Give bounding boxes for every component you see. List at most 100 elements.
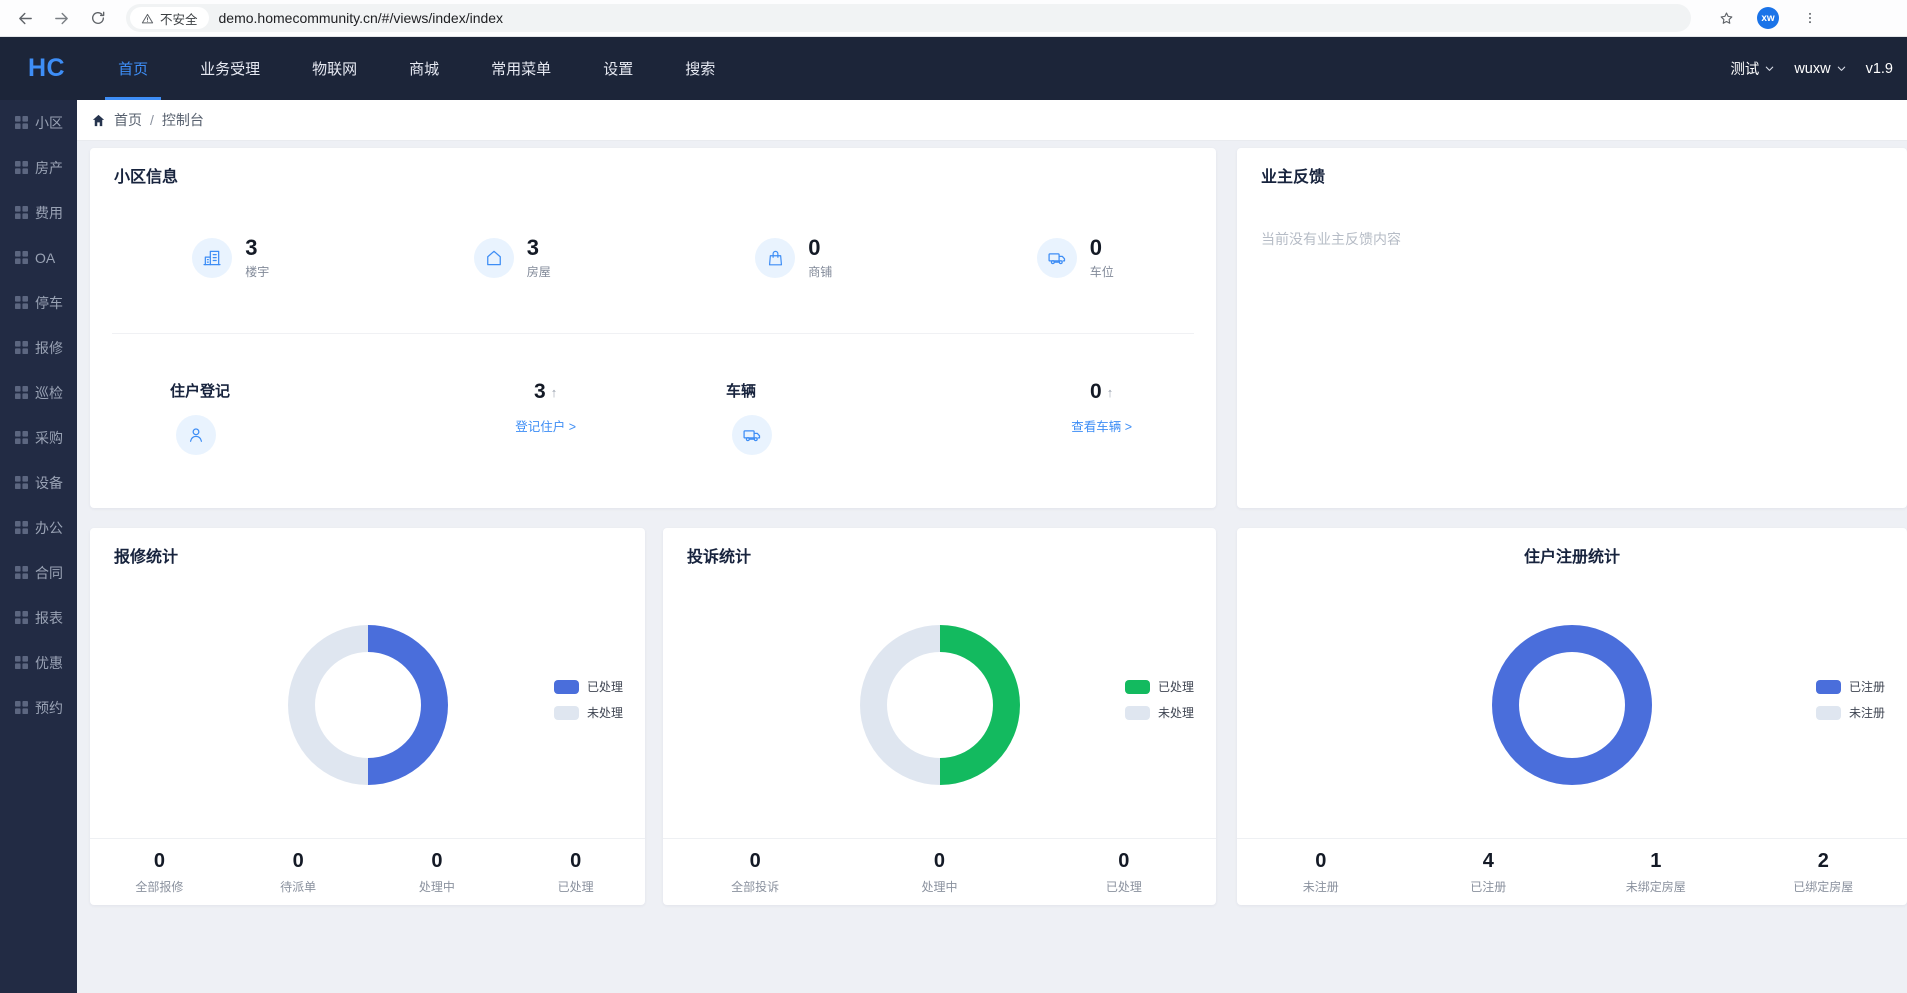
footer-stat: 0 已处理 [1032, 839, 1216, 905]
address-bar[interactable]: 不安全 demo.homecommunity.cn/#/views/index/… [126, 4, 1691, 32]
footer-stat: 2 已绑定房屋 [1740, 839, 1907, 905]
sidebar-item-report[interactable]: 报表 [0, 595, 77, 640]
sidebar-item-purchase[interactable]: 采购 [0, 415, 77, 460]
sidebar-item-label: 采购 [35, 428, 63, 448]
sidebar: 小区 房产 费用 OA 停车 报修 巡检 采购 设备 办公 合同 报表 优惠 预… [0, 100, 77, 993]
footer-stat: 0 全部报修 [90, 839, 229, 905]
vehicle-block: 车辆 0 ↑ 查看车辆 > [662, 380, 1216, 455]
truck-icon [732, 415, 772, 455]
sidebar-item-repair[interactable]: 报修 [0, 325, 77, 370]
sidebar-item-community[interactable]: 小区 [0, 100, 77, 145]
feedback-empty-text: 当前没有业主反馈内容 [1237, 187, 1907, 249]
registration-donut-chart [1492, 625, 1652, 785]
person-icon [176, 415, 216, 455]
tab-settings[interactable]: 设置 [597, 37, 639, 100]
security-chip[interactable]: 不安全 [130, 7, 209, 29]
sidebar-item-property[interactable]: 房产 [0, 145, 77, 190]
version-label: v1.9 [1866, 61, 1893, 77]
footer-stat: 0 已处理 [506, 839, 645, 905]
tab-home[interactable]: 首页 [112, 37, 154, 100]
sidebar-item-label: 小区 [35, 113, 63, 133]
back-arrow-icon [17, 10, 34, 27]
forward-arrow-icon [53, 10, 70, 27]
footer-stat: 0 全部投诉 [663, 839, 847, 905]
legend-swatch [554, 706, 579, 720]
footer-stat: 0 处理中 [368, 839, 507, 905]
breadcrumb-home[interactable]: 首页 [114, 110, 142, 130]
browser-chrome: 不安全 demo.homecommunity.cn/#/views/index/… [0, 0, 1907, 37]
browser-forward-button[interactable] [48, 5, 75, 32]
reload-icon [90, 10, 106, 26]
sidebar-item-oa[interactable]: OA [0, 235, 77, 280]
tab-common-menu[interactable]: 常用菜单 [485, 37, 557, 100]
community-info-card: 小区信息 3 楼宇 3 房屋 [90, 148, 1216, 508]
legend-item-registered[interactable]: 已注册 [1816, 678, 1885, 695]
legend-item-unprocessed[interactable]: 未处理 [1125, 704, 1194, 721]
grid-icon [15, 251, 28, 264]
chevron-down-icon [1764, 63, 1775, 74]
stat-label: 车位 [1090, 263, 1114, 280]
community-switcher[interactable]: 测试 [1730, 58, 1775, 79]
bookmark-star-button[interactable] [1713, 5, 1740, 32]
sidebar-item-label: 预约 [35, 698, 63, 718]
sidebar-item-label: 优惠 [35, 653, 63, 673]
tab-business[interactable]: 业务受理 [194, 37, 266, 100]
user-menu[interactable]: wuxw [1794, 61, 1846, 77]
stat-houses: 3 房屋 [372, 236, 654, 280]
up-arrow-icon: ↑ [551, 385, 558, 400]
chart-footer: 0 未注册 4 已注册 1 未绑定房屋 2 已绑定房屋 [1237, 838, 1907, 905]
tab-search[interactable]: 搜索 [679, 37, 721, 100]
resident-count: 3 [534, 380, 546, 404]
legend-swatch [1816, 680, 1841, 694]
sidebar-item-label: 设备 [35, 473, 63, 493]
card-title: 报修统计 [90, 528, 645, 567]
grid-icon [15, 206, 28, 219]
chart-footer: 0 全部报修 0 待派单 0 处理中 0 已处理 [90, 838, 645, 905]
main-nav-tabs: 首页 业务受理 物联网 商城 常用菜单 设置 搜索 [112, 37, 721, 100]
legend-swatch [1125, 706, 1150, 720]
browser-reload-button[interactable] [84, 5, 111, 32]
footer-stat: 0 未注册 [1237, 839, 1405, 905]
shop-bag-icon [755, 238, 795, 278]
stat-value: 3 [245, 236, 269, 259]
sidebar-item-contract[interactable]: 合同 [0, 550, 77, 595]
sidebar-item-label: 费用 [35, 203, 63, 223]
sidebar-item-label: 办公 [35, 518, 63, 538]
card-title: 小区信息 [90, 148, 1216, 187]
sidebar-item-equipment[interactable]: 设备 [0, 460, 77, 505]
browser-back-button[interactable] [12, 5, 39, 32]
grid-icon [15, 611, 28, 624]
sidebar-item-discount[interactable]: 优惠 [0, 640, 77, 685]
view-vehicles-link[interactable]: 查看车辆 > [1071, 416, 1132, 435]
sidebar-item-parking[interactable]: 停车 [0, 280, 77, 325]
grid-icon [15, 386, 28, 399]
stat-label: 楼宇 [245, 263, 269, 280]
tab-mall[interactable]: 商城 [403, 37, 445, 100]
up-arrow-icon: ↑ [1107, 385, 1114, 400]
app-logo[interactable]: HC [28, 54, 65, 83]
repair-donut-chart [288, 625, 448, 785]
grid-icon [15, 566, 28, 579]
sidebar-item-fees[interactable]: 费用 [0, 190, 77, 235]
resident-registration-block: 住户登记 3 ↑ 登记住户 > [90, 380, 662, 455]
sidebar-item-label: 巡检 [35, 383, 63, 403]
legend-item-unregistered[interactable]: 未注册 [1816, 704, 1885, 721]
browser-menu-button[interactable] [1796, 5, 1823, 32]
footer-stat: 1 未绑定房屋 [1572, 839, 1740, 905]
grid-icon [15, 116, 28, 129]
warning-triangle-icon [141, 12, 154, 25]
url-text: demo.homecommunity.cn/#/views/index/inde… [219, 10, 504, 26]
stat-value: 0 [808, 236, 832, 259]
sidebar-item-inspection[interactable]: 巡检 [0, 370, 77, 415]
sidebar-item-office[interactable]: 办公 [0, 505, 77, 550]
breadcrumb-separator: / [150, 112, 154, 128]
grid-icon [15, 701, 28, 714]
tab-iot[interactable]: 物联网 [306, 37, 363, 100]
legend-item-processed[interactable]: 已处理 [554, 678, 623, 695]
sidebar-item-appointment[interactable]: 预约 [0, 685, 77, 730]
legend-item-processed[interactable]: 已处理 [1125, 678, 1194, 695]
legend-item-unprocessed[interactable]: 未处理 [554, 704, 623, 721]
register-resident-link[interactable]: 登记住户 > [515, 416, 576, 435]
browser-profile-avatar[interactable]: xw [1757, 7, 1779, 29]
legend-swatch [554, 680, 579, 694]
